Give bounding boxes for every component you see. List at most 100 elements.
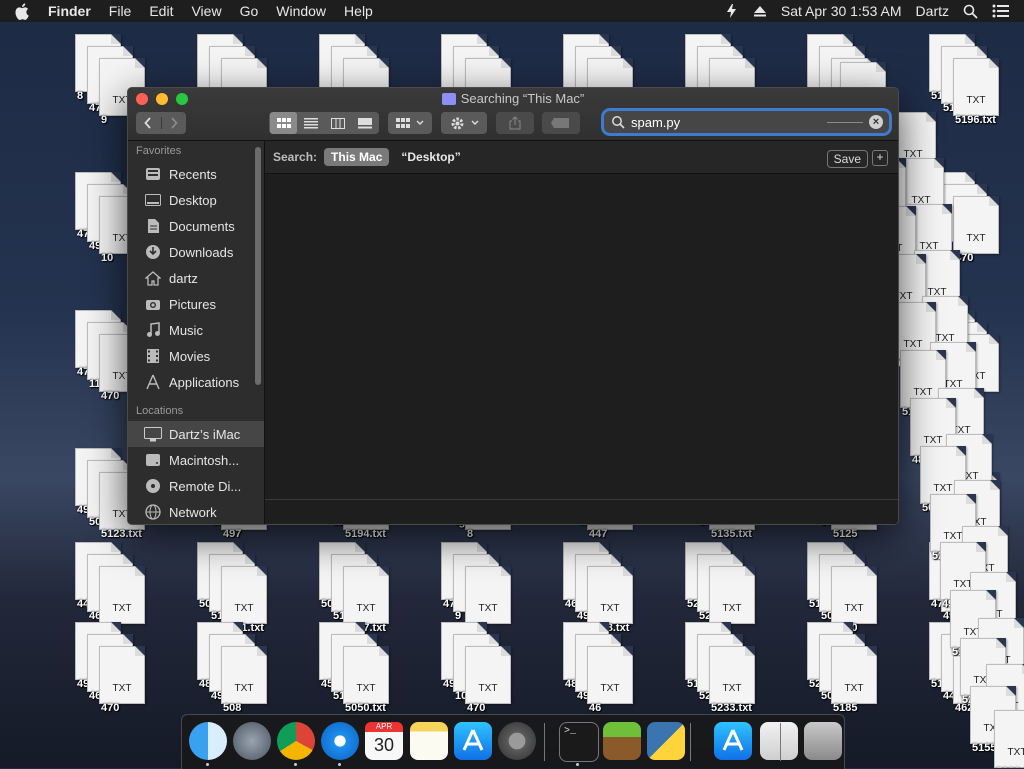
gallery-view-button[interactable] [351, 112, 378, 134]
music-icon [144, 322, 162, 338]
sidebar-item-downloads[interactable]: Downloads [128, 239, 264, 265]
dock-app-store-icon[interactable] [454, 722, 492, 760]
desktop-file-name[interactable]: 497 [223, 528, 241, 540]
share-button[interactable] [496, 112, 534, 134]
sidebar-item-dartz-s-imac[interactable]: Dartz’s iMac [128, 421, 264, 447]
dock-calendar-icon[interactable]: APR 30 [365, 722, 403, 760]
desktop-file-name[interactable]: 5185 [833, 702, 857, 714]
script-editor-icon[interactable] [725, 3, 739, 19]
desktop-file-name[interactable]: 5194.txt [345, 528, 386, 540]
desktop-file-icon[interactable]: TXT [953, 196, 999, 254]
desktop-file-name[interactable]: 46 [589, 702, 601, 714]
desktop-file-name[interactable]: 470 [101, 390, 119, 402]
desktop-file-name[interactable]: 5135.txt [711, 528, 752, 540]
desktop-file-icon[interactable]: TXT [221, 566, 267, 624]
desktop-file-name[interactable]: 5196.txt [955, 114, 996, 126]
menu-bar: Finder File Edit View Go Window Help Sat… [0, 0, 1024, 22]
dock-notes-icon[interactable] [410, 722, 448, 760]
group-by-button[interactable] [388, 112, 432, 134]
desktop-file-name[interactable]: 10 [101, 252, 113, 264]
desktop-file-icon[interactable]: TXT [587, 646, 633, 704]
sidebar-item-applications[interactable]: Applications [128, 369, 264, 395]
clear-search-icon[interactable]: × [869, 115, 883, 129]
back-button[interactable] [136, 117, 162, 129]
menu-window[interactable]: Window [276, 3, 326, 19]
file-ext-label: TXT [234, 683, 254, 694]
desktop-file-name[interactable]: 5125 [833, 528, 857, 540]
desktop-file-icon[interactable]: TXT [831, 566, 877, 624]
desktop-file-icon[interactable]: TXT [953, 58, 999, 116]
dock-minecraft-icon[interactable] [603, 722, 641, 760]
sidebar-item-movies[interactable]: Movies [128, 343, 264, 369]
desktop-file-name[interactable]: 470 [467, 702, 485, 714]
desktop-file-icon[interactable]: TXT [587, 566, 633, 624]
column-view-button[interactable] [324, 112, 351, 134]
desktop-file-icon[interactable]: TXT [465, 566, 511, 624]
desktop-file-name[interactable]: 8 [77, 90, 83, 102]
forward-button[interactable] [162, 117, 187, 129]
sidebar-item-macintosh[interactable]: Macintosh... [128, 447, 264, 473]
save-search-button[interactable]: Save [826, 150, 868, 168]
desktop-file-icon[interactable]: TXT [465, 646, 511, 704]
dock-trash-icon[interactable] [804, 722, 842, 760]
sidebar-item-music[interactable]: Music [128, 317, 264, 343]
dock-launchpad-icon[interactable] [233, 722, 271, 760]
user-menu[interactable]: Dartz [916, 3, 949, 19]
list-view-button[interactable] [297, 112, 324, 134]
sidebar-item-network[interactable]: Network [128, 499, 264, 524]
dock-safari-icon[interactable] [321, 722, 359, 760]
desktop-file-name[interactable]: 5050.txt [345, 702, 386, 714]
dock-terminal-icon[interactable]: >_ [559, 722, 599, 762]
sidebar-item-remote-di[interactable]: Remote Di... [128, 473, 264, 499]
file-ext-label: TXT [356, 683, 376, 694]
desktop-file-icon[interactable]: TXT [709, 646, 755, 704]
dock-finder-icon[interactable] [189, 722, 227, 760]
action-button[interactable] [441, 112, 487, 134]
spotlight-icon[interactable] [963, 4, 978, 19]
dock-python-icon[interactable] [647, 722, 685, 760]
dock-document-icon[interactable] [760, 722, 798, 760]
tags-button[interactable] [542, 112, 580, 134]
sidebar-scrollbar[interactable] [255, 147, 261, 385]
desktop-file-name[interactable]: 470 [101, 702, 119, 714]
menu-file[interactable]: File [109, 3, 132, 19]
running-indicator [206, 763, 209, 766]
menu-view[interactable]: View [191, 3, 221, 19]
icon-view-button[interactable] [270, 112, 297, 134]
eject-icon[interactable] [753, 5, 767, 17]
desktop-file-icon[interactable]: TXT [221, 646, 267, 704]
sidebar-item-recents[interactable]: Recents [128, 161, 264, 187]
sidebar-item-desktop[interactable]: Desktop [128, 187, 264, 213]
desktop-file-icon[interactable]: TXT [709, 566, 755, 624]
scope-this-mac-button[interactable]: This Mac [324, 148, 390, 166]
notification-center-icon[interactable] [992, 4, 1010, 18]
menu-go[interactable]: Go [240, 3, 259, 19]
dock-system-preferences-icon[interactable] [498, 722, 536, 760]
desktop-file-icon[interactable]: TXT [343, 646, 389, 704]
search-input[interactable] [625, 114, 827, 130]
desktop-file-name[interactable]: 5233.txt [711, 702, 752, 714]
scope-desktop-button[interactable]: “Desktop” [401, 150, 460, 164]
add-criteria-button[interactable]: + [872, 150, 888, 166]
menu-finder[interactable]: Finder [48, 3, 91, 19]
desktop-file-name[interactable]: 9 [101, 114, 107, 126]
desktop-file-icon[interactable]: TXT [994, 710, 1024, 768]
desktop-file-name[interactable]: 508 [223, 702, 241, 714]
dock-chrome-icon[interactable] [277, 722, 315, 760]
desktop-file-icon[interactable]: TXT [99, 646, 145, 704]
apple-menu-icon[interactable] [14, 1, 34, 21]
menu-help[interactable]: Help [344, 3, 373, 19]
dock-app-store-2-icon[interactable] [714, 722, 752, 760]
desktop-file-icon[interactable]: TXT [99, 566, 145, 624]
clock[interactable]: Sat Apr 30 1:53 AM [781, 3, 902, 19]
desktop-file-name[interactable]: 9 [455, 610, 461, 622]
sidebar-item-documents[interactable]: Documents [128, 213, 264, 239]
sidebar-item-dartz[interactable]: dartz [128, 265, 264, 291]
desktop-file-icon[interactable]: TXT [343, 566, 389, 624]
desktop-file-name[interactable]: 5123.txt [101, 528, 142, 540]
desktop-file-name[interactable]: 8 [467, 528, 473, 540]
desktop-file-icon[interactable]: TXT [831, 646, 877, 704]
desktop-file-name[interactable]: 447 [589, 528, 607, 540]
sidebar-item-pictures[interactable]: Pictures [128, 291, 264, 317]
menu-edit[interactable]: Edit [149, 3, 173, 19]
